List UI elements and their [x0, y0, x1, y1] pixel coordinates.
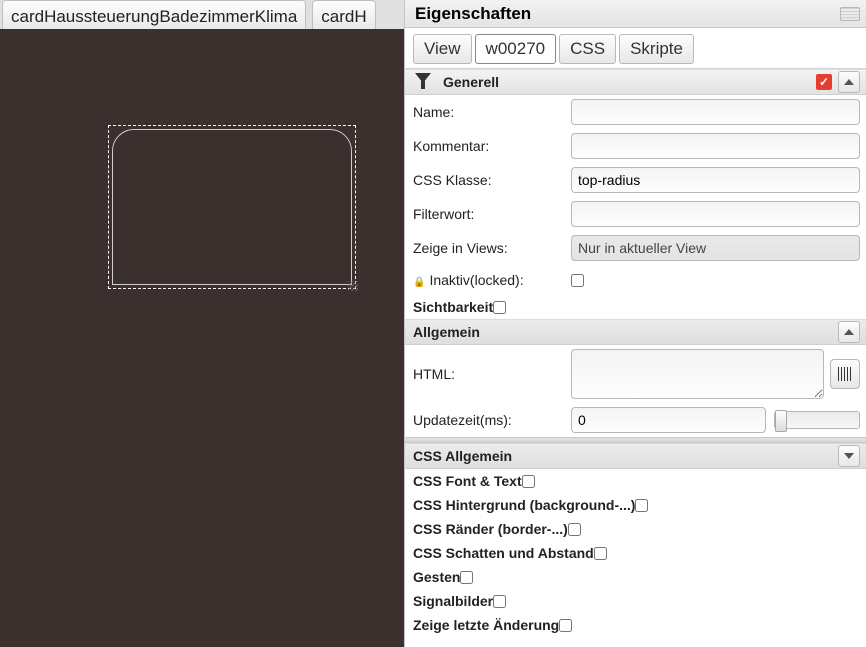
section-css-shadow-title: CSS Schatten und Abstand	[413, 545, 594, 561]
label-name: Name:	[413, 104, 571, 120]
checkbox-last-change[interactable]	[559, 619, 572, 632]
label-css-klasse: CSS Klasse:	[413, 172, 571, 188]
input-updatezeit[interactable]	[571, 407, 766, 433]
slider-thumb[interactable]	[775, 410, 787, 432]
section-allgemein-header[interactable]: Allgemein	[405, 319, 866, 345]
section-generell-title: Generell	[443, 74, 499, 90]
label-filterwort: Filterwort:	[413, 206, 571, 222]
section-css-allgemein-title: CSS Allgemein	[413, 448, 512, 464]
label-updatezeit: Updatezeit(ms):	[413, 412, 571, 428]
section-css-bg-title: CSS Hintergrund (background-...)	[413, 497, 635, 513]
section-last-change-title: Zeige letzte Änderung	[413, 617, 559, 633]
checkbox-css-bg[interactable]	[635, 499, 648, 512]
section-css-border[interactable]: CSS Ränder (border-...)	[405, 517, 866, 541]
section-css-bg[interactable]: CSS Hintergrund (background-...)	[405, 493, 866, 517]
row-css-klasse: CSS Klasse:	[405, 163, 866, 197]
section-sichtbarkeit-title: Sichtbarkeit	[413, 299, 493, 315]
collapse-generell[interactable]	[838, 71, 860, 93]
row-name: Name:	[405, 95, 866, 129]
input-css-klasse[interactable]	[571, 167, 860, 193]
slider-updatezeit[interactable]	[774, 411, 860, 429]
section-css-font-title: CSS Font & Text	[413, 473, 522, 489]
section-signalbilder-title: Signalbilder	[413, 593, 493, 609]
select-zeige-views[interactable]: Nur in aktueller View	[571, 235, 860, 261]
properties-panel: Eigenschaften View w00270 CSS Skripte Ge…	[404, 0, 866, 647]
tab-widget[interactable]: w00270	[475, 34, 557, 64]
selected-widget[interactable]	[108, 125, 356, 289]
tab-css[interactable]: CSS	[559, 34, 616, 64]
drag-handle-icon[interactable]	[840, 7, 860, 21]
label-html: HTML:	[413, 366, 571, 382]
row-html: HTML:	[405, 345, 866, 403]
collapse-allgemein[interactable]	[838, 321, 860, 343]
row-updatezeit: Updatezeit(ms):	[405, 403, 866, 437]
panel-title: Eigenschaften	[415, 4, 531, 24]
checkbox-sichtbarkeit[interactable]	[493, 301, 506, 314]
html-edit-button[interactable]	[830, 359, 860, 389]
section-css-border-title: CSS Ränder (border-...)	[413, 521, 568, 537]
checkbox-css-font[interactable]	[522, 475, 535, 488]
panel-tabs: View w00270 CSS Skripte	[405, 28, 866, 69]
barcode-icon	[838, 367, 852, 381]
checkbox-gesten[interactable]	[460, 571, 473, 584]
input-kommentar[interactable]	[571, 133, 860, 159]
tab-skripte[interactable]: Skripte	[619, 34, 694, 64]
row-filterwort: Filterwort:	[405, 197, 866, 231]
checkbox-css-shadow[interactable]	[594, 547, 607, 560]
section-sichtbarkeit[interactable]: Sichtbarkeit	[405, 295, 866, 319]
section-generell-header[interactable]: Generell ✓	[405, 69, 866, 95]
tab-view[interactable]: View	[413, 34, 472, 64]
section-css-allgemein-header[interactable]: CSS Allgemein	[405, 443, 866, 469]
widget-shape	[112, 129, 352, 285]
filter-icon	[413, 72, 433, 92]
section-css-shadow[interactable]: CSS Schatten und Abstand	[405, 541, 866, 565]
checkbox-css-border[interactable]	[568, 523, 581, 536]
collapse-css-allgemein[interactable]	[838, 445, 860, 467]
panel-header: Eigenschaften	[405, 0, 866, 28]
label-zeige-views: Zeige in Views:	[413, 240, 571, 256]
resize-handle[interactable]	[348, 281, 358, 291]
row-inaktiv: Inaktiv(locked):	[405, 265, 866, 295]
checkbox-inaktiv[interactable]	[571, 274, 584, 287]
checkbox-signalbilder[interactable]	[493, 595, 506, 608]
section-css-font[interactable]: CSS Font & Text	[405, 469, 866, 493]
section-last-change[interactable]: Zeige letzte Änderung	[405, 613, 866, 637]
input-filterwort[interactable]	[571, 201, 860, 227]
canvas-tabs: cardHaussteuerungBadezimmerKlima cardH	[0, 0, 404, 29]
row-zeige-views: Zeige in Views: Nur in aktueller View	[405, 231, 866, 265]
row-kommentar: Kommentar:	[405, 129, 866, 163]
section-allgemein-title: Allgemein	[413, 324, 480, 340]
canvas-pane: cardHaussteuerungBadezimmerKlima cardH	[0, 0, 404, 647]
label-inaktiv: Inaktiv(locked):	[413, 272, 571, 288]
input-name[interactable]	[571, 99, 860, 125]
label-kommentar: Kommentar:	[413, 138, 571, 154]
textarea-html[interactable]	[571, 349, 824, 399]
section-gesten-title: Gesten	[413, 569, 460, 585]
canvas-tab-1[interactable]: cardH	[312, 0, 375, 29]
canvas-surface[interactable]	[0, 29, 404, 647]
canvas-tab-0[interactable]: cardHaussteuerungBadezimmerKlima	[2, 0, 306, 29]
section-signalbilder[interactable]: Signalbilder	[405, 589, 866, 613]
section-gesten[interactable]: Gesten	[405, 565, 866, 589]
pin-toggle[interactable]: ✓	[816, 74, 832, 90]
